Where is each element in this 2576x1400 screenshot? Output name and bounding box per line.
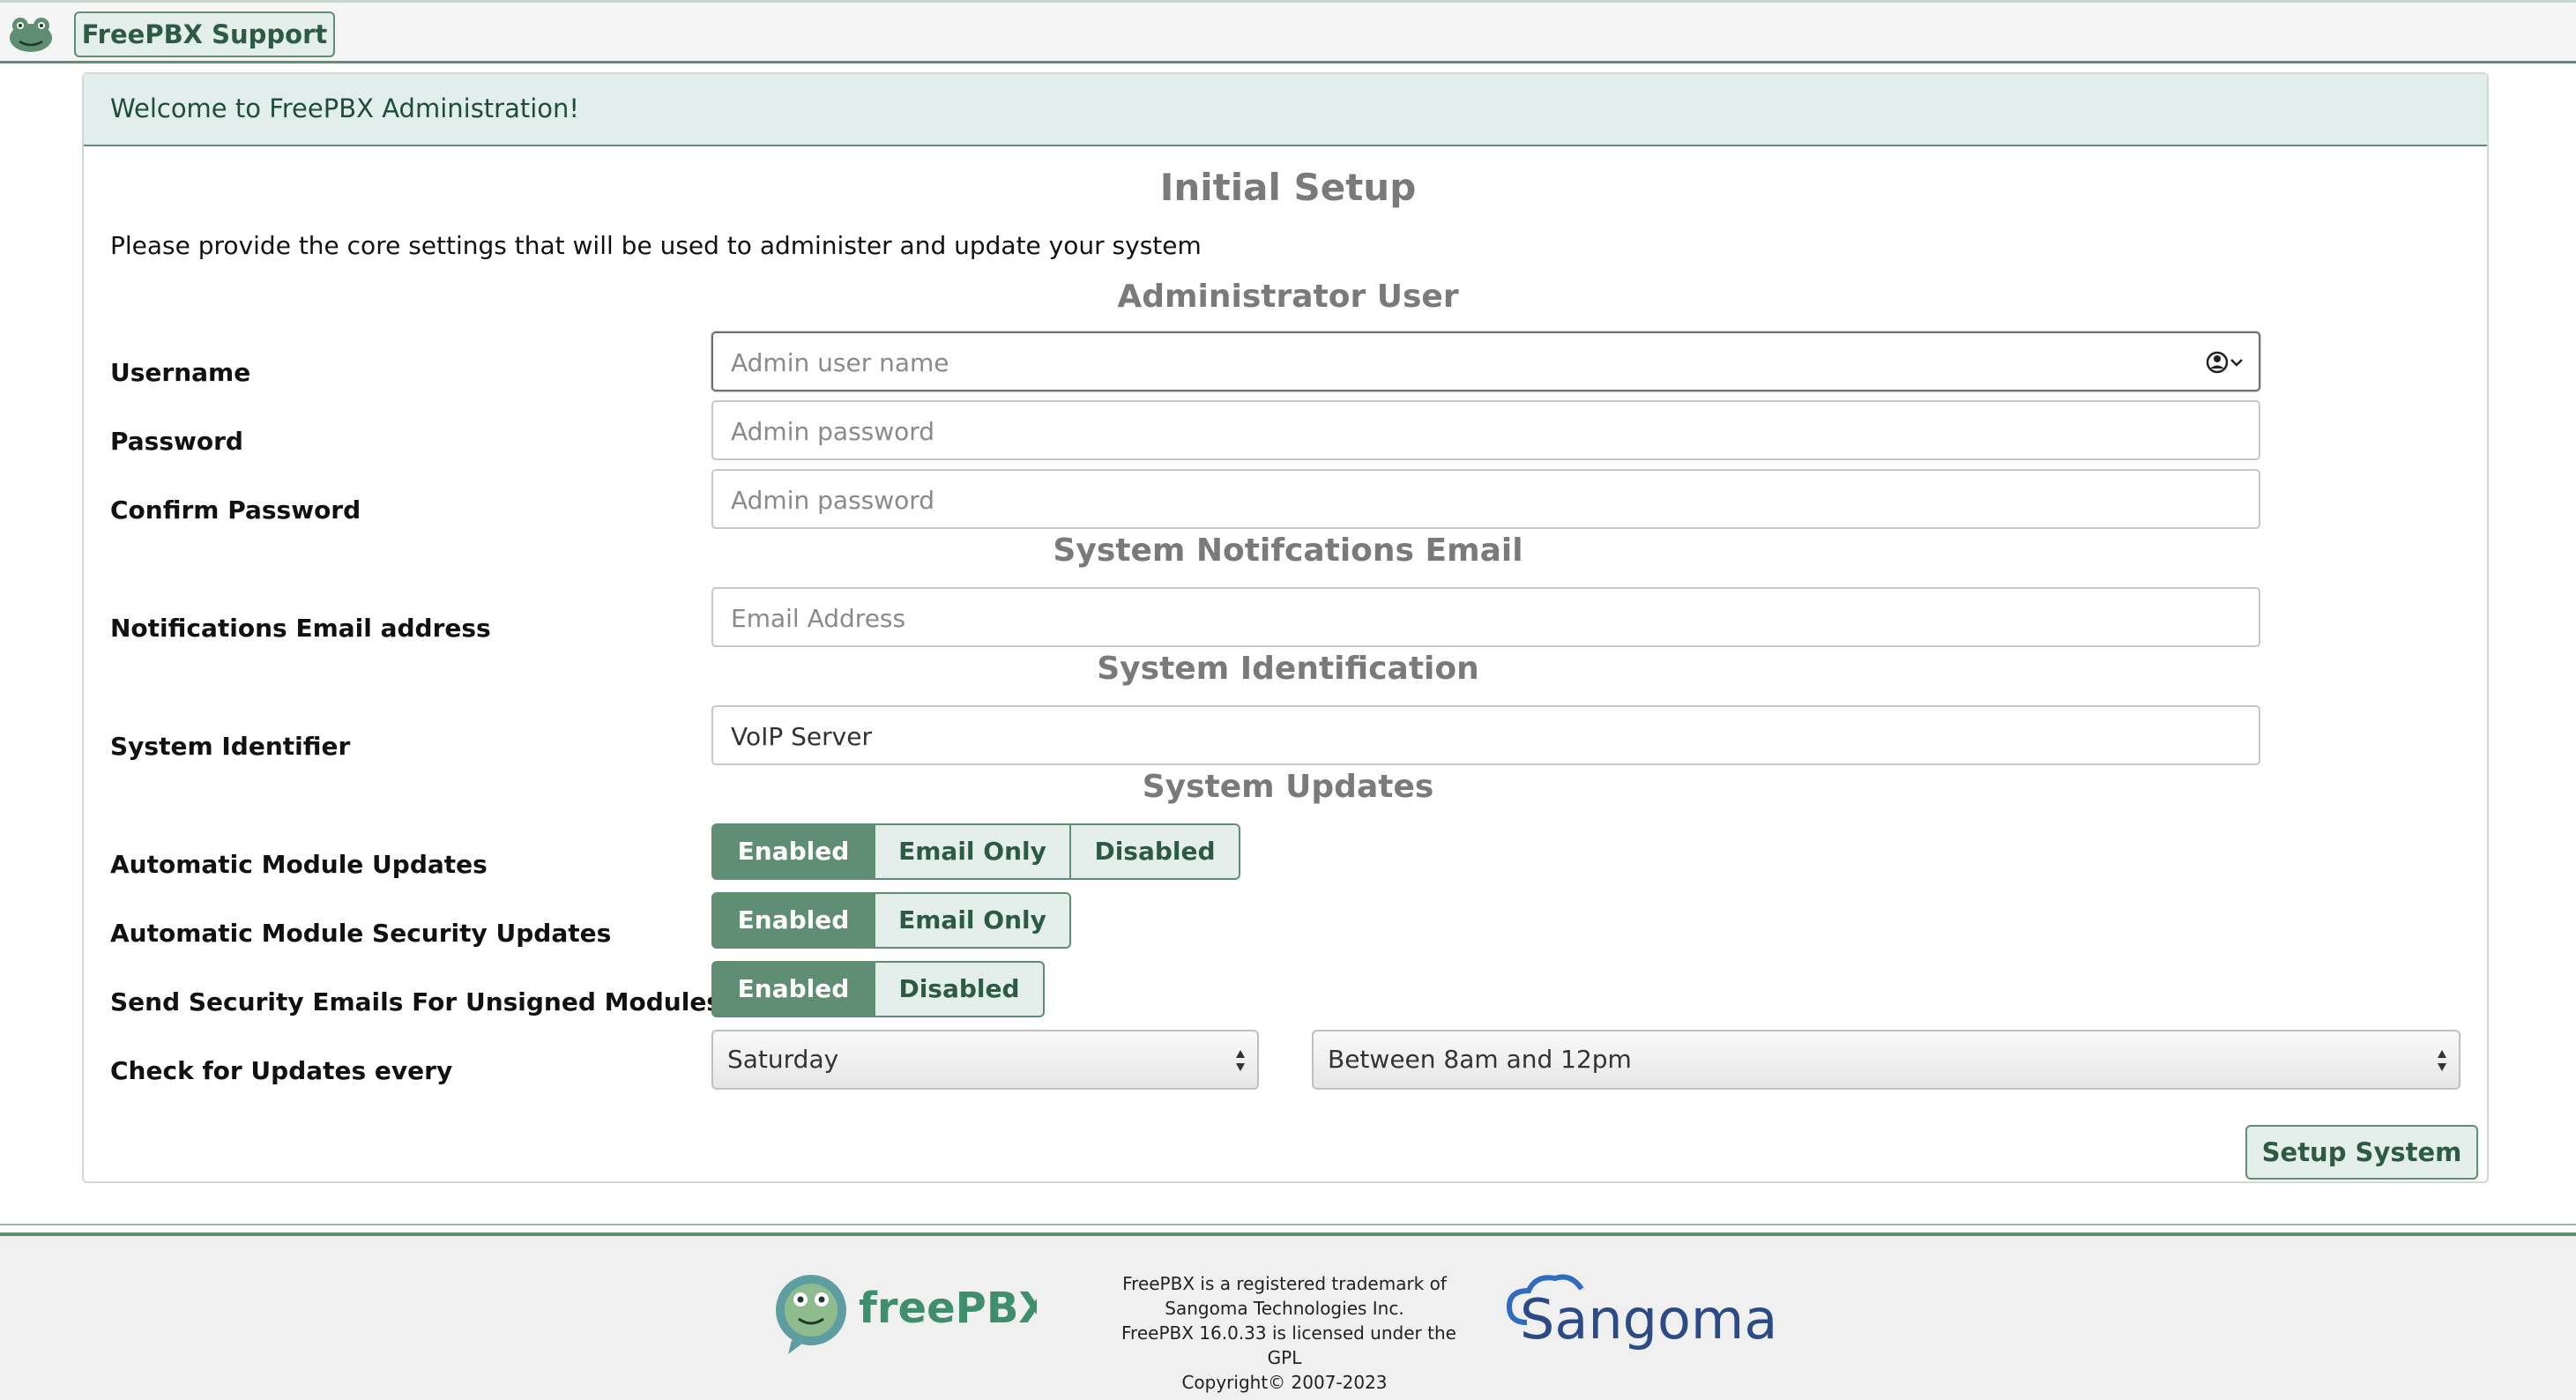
footer-line: Copyright© 2007-2023 <box>1181 1372 1388 1393</box>
welcome-text: Welcome to FreePBX Administration! <box>110 93 580 123</box>
freepbx-logo-text: freePBX <box>859 1284 1037 1333</box>
freepbx-support-button[interactable]: FreePBX Support <box>74 11 335 57</box>
system-identifier-field-box <box>711 705 2260 765</box>
setup-system-button[interactable]: Setup System <box>2245 1125 2478 1180</box>
check-updates-label: Check for Updates every <box>110 1056 453 1085</box>
footer-line: FreePBX 16.0.33 is licensed under the <box>1121 1322 1456 1344</box>
update-day-value: Saturday <box>727 1045 839 1074</box>
system-identifier-label: System Identifier <box>110 732 351 761</box>
email-input[interactable] <box>729 589 2214 647</box>
section-identification-heading: System Identification <box>1097 651 1479 687</box>
footer-legal-text: FreePBX is a registered trademark of San… <box>1121 1271 1456 1395</box>
email-field-box <box>711 587 2260 647</box>
module-updates-label: Automatic Module Updates <box>110 850 488 879</box>
module-updates-disabled-button[interactable]: Disabled <box>1069 823 1240 880</box>
select-arrows-icon <box>2438 1050 2446 1071</box>
unsigned-modules-enabled-button[interactable]: Enabled <box>711 961 875 1017</box>
section-updates-heading: System Updates <box>1142 769 1434 805</box>
footer-line: GPL <box>1267 1347 1302 1368</box>
confirm-password-input[interactable] <box>729 471 2214 529</box>
sangoma-logo[interactable]: Sangoma <box>1500 1270 1818 1366</box>
footer-line: FreePBX is a registered trademark of <box>1122 1273 1447 1294</box>
top-bar: FreePBX Support <box>0 0 2576 63</box>
security-updates-toggle: Enabled Email Only <box>711 892 1071 949</box>
module-updates-enabled-button[interactable]: Enabled <box>711 823 875 880</box>
confirm-password-field-box <box>711 469 2260 529</box>
username-input[interactable] <box>729 333 2214 391</box>
module-updates-email-only-button[interactable]: Email Only <box>874 823 1071 880</box>
security-updates-label: Automatic Module Security Updates <box>110 919 612 948</box>
username-field-box <box>711 331 2260 391</box>
update-time-select[interactable]: Between 8am and 12pm <box>1312 1030 2461 1090</box>
security-updates-email-only-button[interactable]: Email Only <box>874 892 1071 949</box>
select-arrows-icon <box>1236 1050 1245 1071</box>
sangoma-logo-text: Sangoma <box>1520 1287 1777 1352</box>
freepbx-frog-icon[interactable] <box>7 15 55 54</box>
password-label: Password <box>110 427 243 456</box>
section-admin-heading: Administrator User <box>1117 279 1459 315</box>
footer-line: Sangoma Technologies Inc. <box>1165 1298 1404 1319</box>
system-identifier-input[interactable] <box>729 707 2214 765</box>
username-label: Username <box>110 358 251 387</box>
update-time-value: Between 8am and 12pm <box>1328 1045 1632 1074</box>
unsigned-modules-toggle: Enabled Disabled <box>711 961 1045 1017</box>
panel-header: Welcome to FreePBX Administration! <box>84 74 2487 146</box>
password-field-box <box>711 400 2260 460</box>
unsigned-modules-label: Send Security Emails For Unsigned Module… <box>110 987 721 1016</box>
password-input[interactable] <box>729 402 2214 460</box>
page-title: Initial Setup <box>1159 166 1417 209</box>
freepbx-logo[interactable]: freePBX <box>772 1270 1037 1358</box>
footer-divider <box>0 1224 2576 1225</box>
contact-autofill-icon[interactable] <box>2202 349 2246 376</box>
update-day-select[interactable]: Saturday <box>711 1030 1259 1090</box>
security-updates-enabled-button[interactable]: Enabled <box>711 892 875 949</box>
intro-text: Please provide the core settings that wi… <box>110 231 1202 260</box>
confirm-password-label: Confirm Password <box>110 495 361 525</box>
email-label: Notifications Email address <box>110 614 491 643</box>
section-email-heading: System Notifcations Email <box>1053 532 1523 569</box>
unsigned-modules-disabled-button[interactable]: Disabled <box>874 961 1045 1017</box>
module-updates-toggle: Enabled Email Only Disabled <box>711 823 1240 880</box>
